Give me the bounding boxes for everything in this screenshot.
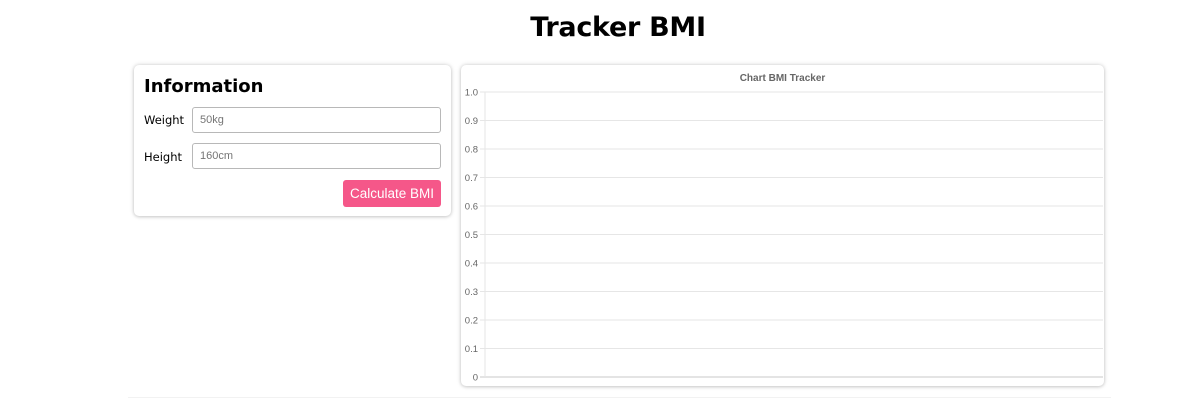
- chart-title: Chart BMI Tracker: [740, 73, 826, 84]
- chart-card: Chart BMI Tracker 1.0 0.9 0.8 0.7 0.6 0.5 0.4 0…: [461, 65, 1104, 386]
- y-tick-label: 0.4: [465, 259, 478, 270]
- information-card: Information Weight Height Calculate BMI: [134, 65, 451, 216]
- y-tick-label: 0.8: [465, 145, 478, 156]
- y-tick-label: 0.2: [465, 316, 478, 327]
- weight-input[interactable]: [192, 107, 441, 133]
- y-tick-label: 0.3: [465, 287, 478, 298]
- y-tick-label: 0: [473, 373, 478, 384]
- y-tick-label: 0.9: [465, 116, 478, 127]
- y-tick-label: 0.6: [465, 202, 478, 213]
- y-tick-label: 0.1: [465, 344, 478, 355]
- y-tick-label: 0.5: [465, 230, 478, 241]
- y-tick-label: 1.0: [465, 88, 478, 99]
- height-input[interactable]: [192, 143, 441, 169]
- chart-grid: [480, 91, 1103, 378]
- page-title: Tracker BMI: [530, 12, 706, 43]
- information-title: Information: [144, 76, 264, 97]
- bmi-chart: Chart BMI Tracker 1.0 0.9 0.8 0.7 0.6 0.5 0.4 0…: [465, 73, 1103, 384]
- weight-label: Weight: [144, 113, 185, 127]
- height-label: Height: [144, 150, 183, 164]
- calculate-bmi-button[interactable]: Calculate BMI: [343, 180, 441, 207]
- y-tick-label: 0.7: [465, 173, 478, 184]
- y-axis-ticks: 1.0 0.9 0.8 0.7 0.6 0.5 0.4 0.3 0.2 0.1 0: [465, 88, 478, 384]
- footer-divider: [128, 397, 1111, 398]
